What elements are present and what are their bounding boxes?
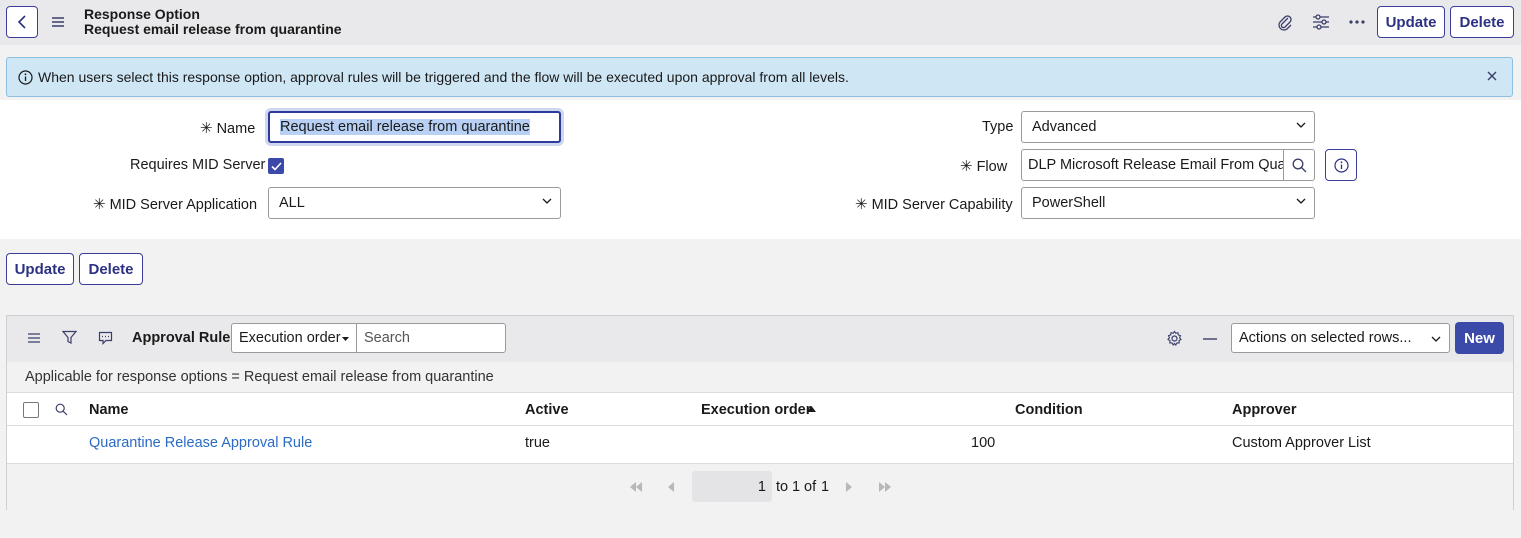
pager-to-text: to (776, 479, 789, 495)
first-page-icon[interactable] (629, 482, 643, 492)
approval-rules-list: Approval Rules Execution order Search Ac… (6, 315, 1514, 510)
header-delete-button[interactable]: Delete (1450, 6, 1514, 38)
list-toolbar: Approval Rules Execution order Search Ac… (7, 316, 1513, 362)
list-header-row: Name Active Execution order Condition Ap… (7, 394, 1513, 426)
requires-mid-label: Requires MID Server (130, 157, 266, 173)
info-banner: When users select this response option, … (6, 57, 1513, 97)
title-block: Response Option Request email release fr… (84, 7, 342, 37)
previous-page-icon[interactable] (668, 482, 675, 492)
list-title: Approval Rules (132, 330, 239, 346)
search-icon[interactable] (55, 403, 68, 416)
sort-select[interactable]: Execution order (231, 323, 357, 353)
rule-name-link[interactable]: Quarantine Release Approval Rule (89, 435, 312, 451)
rule-execution-order-cell: 100 (971, 435, 996, 451)
settings-sliders-icon[interactable] (1311, 12, 1331, 32)
actions-select[interactable]: Actions on selected rows... (1231, 323, 1450, 353)
form-update-button[interactable]: Update (6, 253, 74, 285)
flow-reference-input[interactable]: DLP Microsoft Release Email From Quar: (1021, 149, 1284, 181)
search-icon (1292, 158, 1306, 172)
gear-icon[interactable] (1166, 330, 1183, 347)
hamburger-menu-icon[interactable] (50, 14, 66, 30)
last-page-icon[interactable] (878, 482, 892, 492)
mid-app-label: ✳ MID Server Application (93, 196, 258, 213)
name-label: ✳ Name (200, 120, 256, 137)
page-title: Response Option (84, 6, 200, 22)
column-header-condition[interactable]: Condition (1015, 402, 1083, 418)
checkmark-icon (270, 161, 282, 171)
chevron-down-icon (542, 198, 552, 204)
column-header-approver[interactable]: Approver (1232, 402, 1296, 418)
flow-label: ✳ Flow (960, 158, 1008, 175)
required-asterisk-icon: ✳ (200, 120, 213, 137)
pager-of-text: of (804, 479, 817, 495)
flow-lookup-button[interactable] (1283, 149, 1315, 181)
caret-down-icon (342, 337, 349, 341)
pager-total: 1 (821, 479, 830, 495)
mid-app-select[interactable]: ALL (268, 187, 561, 219)
name-input[interactable]: Request email release from quarantine (268, 111, 561, 143)
filter-breadcrumb: Applicable for response options = Reques… (7, 362, 1513, 393)
mid-cap-select[interactable]: PowerShell (1021, 187, 1315, 219)
column-header-active[interactable]: Active (525, 402, 569, 418)
column-header-execution-order[interactable]: Execution order (701, 402, 811, 418)
chevron-down-icon (1296, 198, 1306, 204)
required-asterisk-icon: ✳ (960, 158, 973, 175)
column-header-name[interactable]: Name (89, 402, 129, 418)
table-row: Quarantine Release Approval Rule true 10… (7, 426, 1513, 464)
banner-message: When users select this response option, … (38, 69, 849, 85)
filter-text[interactable]: Applicable for response options = Reques… (25, 369, 494, 385)
comment-icon[interactable] (98, 331, 113, 345)
chevron-down-icon (1431, 336, 1441, 342)
name-input-value: Request email release from quarantine (280, 119, 530, 135)
new-button[interactable]: New (1455, 322, 1504, 354)
sort-select-value: Execution order (239, 330, 341, 346)
header-update-button[interactable]: Update (1377, 6, 1445, 38)
collapse-icon[interactable] (1203, 338, 1217, 340)
page-number-input[interactable]: 1 (692, 471, 772, 502)
attachment-icon[interactable] (1275, 12, 1295, 32)
more-options-icon[interactable] (1347, 12, 1367, 32)
chevron-down-icon (1296, 122, 1306, 128)
list-menu-icon[interactable] (27, 332, 41, 344)
list-search-input[interactable]: Search (356, 323, 506, 353)
mid-cap-value: PowerShell (1032, 195, 1106, 211)
info-icon (1333, 157, 1349, 173)
search-placeholder: Search (364, 330, 410, 346)
next-page-icon[interactable] (845, 482, 852, 492)
type-label: Type (982, 119, 1014, 135)
actions-select-value: Actions on selected rows... (1239, 330, 1412, 346)
form-header: Response Option Request email release fr… (0, 0, 1521, 45)
rule-active-cell: true (525, 435, 550, 451)
page-subtitle: Request email release from quarantine (84, 21, 342, 37)
flow-value: DLP Microsoft Release Email From Quar: (1028, 157, 1284, 173)
back-button[interactable] (6, 6, 38, 38)
mid-cap-label: ✳ MID Server Capability (855, 196, 1013, 213)
flow-info-button[interactable] (1325, 149, 1357, 181)
type-select[interactable]: Advanced (1021, 111, 1315, 143)
chevron-left-icon (17, 15, 26, 29)
pager-end: 1 (792, 479, 801, 495)
required-asterisk-icon: ✳ (93, 196, 106, 213)
filter-icon[interactable] (62, 330, 77, 345)
mid-app-value: ALL (279, 195, 305, 211)
pagination: 1 to 1 of 1 (7, 464, 1513, 510)
type-value: Advanced (1032, 119, 1097, 135)
requires-mid-checkbox[interactable] (268, 158, 284, 174)
select-all-checkbox[interactable] (23, 402, 39, 418)
close-icon[interactable] (1486, 70, 1498, 82)
rule-approver-cell: Custom Approver List (1232, 435, 1371, 451)
form-delete-button[interactable]: Delete (79, 253, 143, 285)
info-icon (18, 70, 33, 85)
required-asterisk-icon: ✳ (855, 196, 868, 213)
sort-ascending-icon (807, 406, 816, 412)
